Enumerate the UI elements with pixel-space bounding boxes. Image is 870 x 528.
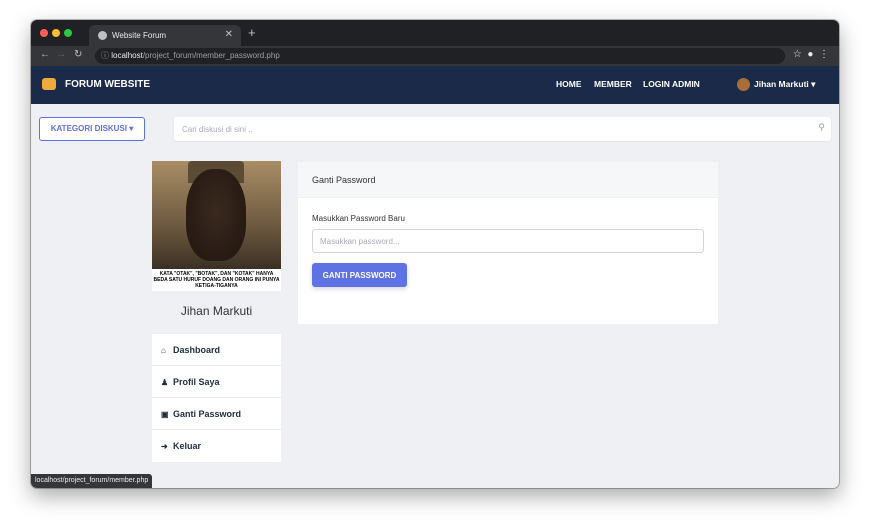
search-input[interactable] xyxy=(174,117,794,141)
nav-member-link[interactable]: MEMBER xyxy=(594,79,632,89)
home-icon: ⌂ xyxy=(161,346,166,355)
url-field[interactable]: ⓘ localhost/project_forum/member_passwor… xyxy=(95,48,785,64)
profile-name: Jihan Markuti xyxy=(180,304,253,318)
url-host: localhost xyxy=(111,51,143,60)
tab-bar: Website Forum ✕ + xyxy=(31,20,839,46)
kebab-menu-icon[interactable]: ⋮ xyxy=(819,49,829,60)
ganti-password-button[interactable]: GANTI PASSWORD xyxy=(312,263,407,287)
nav-home-link[interactable]: HOME xyxy=(556,79,582,89)
globe-icon xyxy=(98,31,107,40)
sidebar-item-dashboard[interactable]: ⌂ Dashboard xyxy=(152,334,281,366)
nav-login-admin-link[interactable]: LOGIN ADMIN xyxy=(643,79,700,89)
forward-arrow-icon[interactable]: → xyxy=(56,49,66,60)
chat-icon xyxy=(42,78,56,90)
site-navbar: FORUM WEBSITE HOME MEMBER LOGIN ADMIN Ji… xyxy=(31,66,839,104)
user-menu-toggle[interactable]: Jihan Markuti ▾ xyxy=(754,79,815,90)
maximize-window-dot[interactable] xyxy=(64,29,72,37)
ganti-password-card: Ganti Password Masukkan Password Baru GA… xyxy=(298,162,718,324)
address-bar-actions: ☆ ● ⋮ xyxy=(793,49,829,60)
lock-icon: ▣ xyxy=(161,410,169,419)
user-icon: ♟ xyxy=(161,378,169,387)
info-icon: ⓘ xyxy=(101,51,112,60)
sidebar-item-label: Profil Saya xyxy=(173,377,220,387)
profile-photo: KATA "OTAK", "BOTAK", DAN "KOTAK" HANYA … xyxy=(152,161,281,291)
reload-icon[interactable]: ↻ xyxy=(74,49,82,60)
sidebar-item-label: Dashboard xyxy=(173,345,221,355)
sidebar-item-ganti-password[interactable]: ▣ Ganti Password xyxy=(152,398,281,430)
user-avatar[interactable] xyxy=(737,78,750,91)
kategori-diskusi-dropdown[interactable]: KATEGORI DISKUSI ▾ xyxy=(39,117,145,141)
sidebar-item-keluar[interactable]: ➜ Keluar xyxy=(152,430,281,462)
search-bar: ⚲ xyxy=(174,117,831,141)
close-tab-icon[interactable]: ✕ xyxy=(225,29,233,40)
member-sidebar-menu: ⌂ Dashboard ♟ Profil Saya ▣ Ganti Password … xyxy=(152,334,281,462)
close-window-dot[interactable] xyxy=(40,29,48,37)
back-arrow-icon[interactable]: ← xyxy=(40,49,50,60)
new-tab-icon[interactable]: + xyxy=(248,25,256,40)
tab-title: Website Forum xyxy=(112,31,167,40)
sidebar-item-profil-saya[interactable]: ♟ Profil Saya xyxy=(152,366,281,398)
password-field-label: Masukkan Password Baru xyxy=(312,214,405,223)
minimize-window-dot[interactable] xyxy=(52,29,60,37)
sidebar-item-label: Keluar xyxy=(173,441,202,451)
sign-out-icon: ➜ xyxy=(161,442,168,451)
card-title: Ganti Password xyxy=(298,162,718,198)
search-icon[interactable]: ⚲ xyxy=(818,122,825,133)
browser-tab[interactable]: Website Forum ✕ xyxy=(89,25,241,46)
new-password-input[interactable] xyxy=(312,229,704,253)
status-bar-url: localhost/project_forum/member.php xyxy=(31,474,153,488)
sidebar-item-label: Ganti Password xyxy=(173,409,242,419)
url-path: /project_forum/member_password.php xyxy=(142,51,280,60)
photo-caption: KATA "OTAK", "BOTAK", DAN "KOTAK" HANYA … xyxy=(152,269,281,291)
site-brand[interactable]: FORUM WEBSITE xyxy=(65,79,150,90)
browser-window: Website Forum ✕ + ← → ↻ ⓘ localhost/proj… xyxy=(31,20,839,488)
photo-face xyxy=(186,169,246,261)
profile-icon[interactable]: ● xyxy=(807,49,813,60)
address-bar: ← → ↻ ⓘ localhost/project_forum/member_p… xyxy=(31,46,839,66)
star-icon[interactable]: ☆ xyxy=(793,49,802,60)
